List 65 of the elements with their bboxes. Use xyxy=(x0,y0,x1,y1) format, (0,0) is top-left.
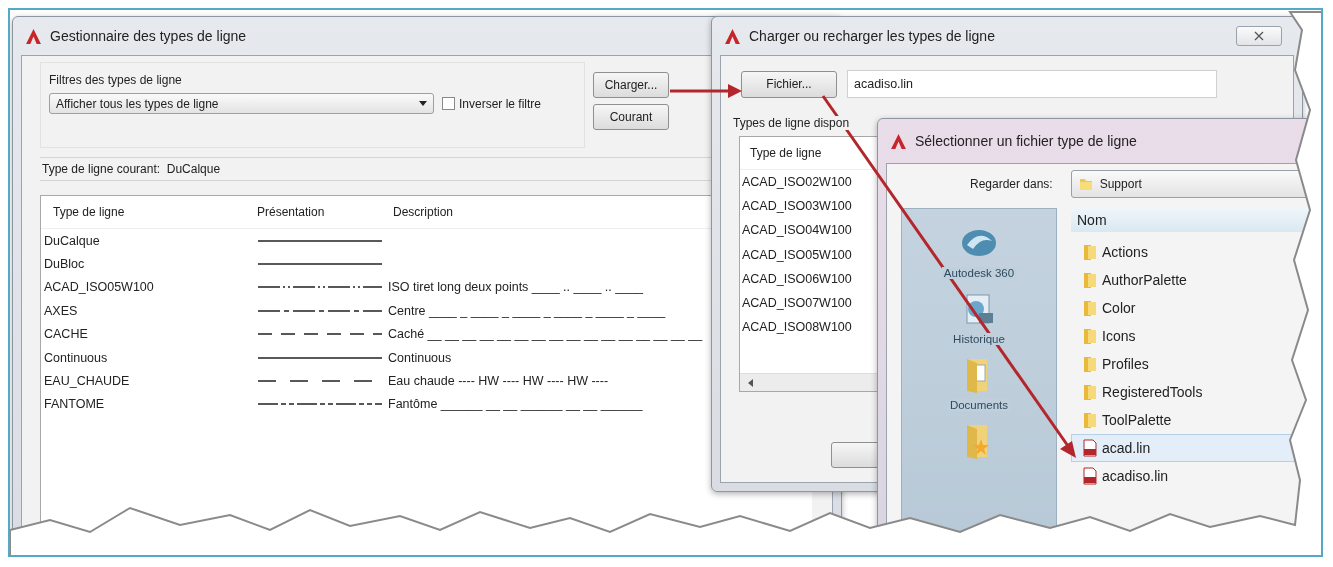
file-list-item[interactable]: Actions xyxy=(1071,238,1321,266)
scroll-left-icon[interactable] xyxy=(748,378,753,387)
file-button[interactable]: Fichier... xyxy=(741,70,837,98)
place-label[interactable]: Historique xyxy=(951,333,1007,345)
linetype-name: CACHE xyxy=(44,327,89,342)
linetype-preview-icon xyxy=(258,262,382,267)
column-header[interactable]: Type de ligne xyxy=(53,205,257,219)
linetype-name: ACAD_ISO05W100 xyxy=(44,280,155,295)
linetype-preview-icon xyxy=(258,308,382,313)
linetype-preview-icon xyxy=(258,355,382,360)
file-list-item[interactable]: Icons xyxy=(1071,322,1321,350)
window-title: Charger ou recharger les types de ligne xyxy=(749,28,995,44)
place-label[interactable]: Documents xyxy=(947,399,1011,411)
checkbox[interactable] xyxy=(442,97,455,110)
window-title: Gestionnaire des types de ligne xyxy=(50,28,247,44)
linetype-description: Centre ____ _ ____ _ ____ _ ____ _ ____ _ ____ xyxy=(388,303,666,318)
list-label: Types de ligne dispon xyxy=(733,116,850,130)
file-list-item[interactable]: AuthorPalette xyxy=(1071,266,1321,294)
file-list-item[interactable]: Color xyxy=(1071,294,1321,322)
linetype-preview-icon xyxy=(258,402,382,407)
file-name-field[interactable]: acadiso.lin xyxy=(847,70,1217,98)
file-list-item[interactable]: Profiles xyxy=(1071,350,1321,378)
place-label[interactable]: Autodesk 360 xyxy=(941,267,1017,279)
linetype-description: Caché __ __ __ __ __ __ __ __ __ __ __ __ __ __ __ __ xyxy=(388,327,703,342)
folder-icon xyxy=(1082,355,1098,373)
folder-icon xyxy=(1082,327,1098,345)
linetype-preview-icon xyxy=(258,332,382,337)
folder-icon xyxy=(1082,243,1098,261)
caret-icon xyxy=(419,101,427,106)
folder-icon xyxy=(1077,176,1094,192)
group-label: Filtres des types de ligne xyxy=(49,73,183,87)
close-icon xyxy=(1254,31,1264,41)
file-list-item[interactable]: acadiso.lin xyxy=(1071,462,1321,490)
logo-icon xyxy=(724,27,741,45)
linetype-name: DuBloc xyxy=(44,257,86,272)
folder-icon xyxy=(1082,383,1098,401)
logo-icon xyxy=(890,132,907,150)
logo-icon xyxy=(25,27,42,45)
folder-icon xyxy=(1082,299,1098,317)
linetype-description: ISO tiret long deux points ____ .. ____ .. ____ xyxy=(388,280,644,295)
filter-dropdown[interactable]: Afficher tous les types de ligne xyxy=(49,93,434,114)
file-icon xyxy=(1082,467,1098,485)
arrow xyxy=(670,84,742,98)
linetype-name: EAU_CHAUDE xyxy=(44,374,131,389)
file-list-item[interactable]: RegisteredTools xyxy=(1071,378,1321,406)
dialog-button[interactable]: Courant xyxy=(593,104,669,130)
dialog-button[interactable]: Charger... xyxy=(593,72,669,98)
linetype-description: Continuous xyxy=(388,350,452,365)
linetype-preview-icon xyxy=(258,238,382,243)
column-header[interactable]: Présentation xyxy=(257,205,393,219)
linetype-name: AXES xyxy=(44,303,79,318)
linetype-preview-icon xyxy=(258,285,382,290)
look-in-label: Regarder dans: xyxy=(968,177,1053,191)
close-button[interactable] xyxy=(1236,26,1282,46)
linetype-name: FANTOME xyxy=(44,397,106,412)
linetype-name: Continuous xyxy=(44,350,109,365)
invert-filter-checkbox[interactable]: Inverser le filtre xyxy=(442,96,542,111)
column-header[interactable]: Description xyxy=(393,205,454,219)
folder-icon xyxy=(1082,271,1098,289)
linetype-description: Fantôme ______ __ __ ______ __ __ ______ xyxy=(388,397,643,412)
file-list-item[interactable]: ToolPalette xyxy=(1071,406,1321,434)
folder-icon xyxy=(1082,411,1098,429)
linetype-description: Eau chaude ---- HW ---- HW ---- HW ---- xyxy=(388,374,609,389)
file-icon xyxy=(1082,439,1098,457)
linetype-name: DuCalque xyxy=(44,233,101,248)
